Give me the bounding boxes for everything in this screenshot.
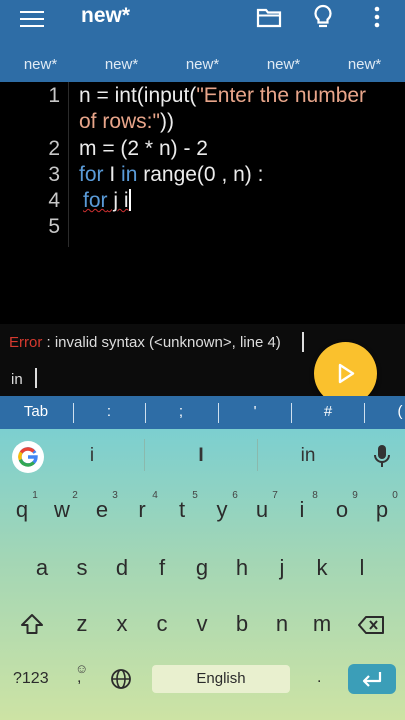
separator bbox=[364, 403, 365, 423]
more-vert-icon[interactable] bbox=[363, 3, 391, 31]
key-s[interactable]: s bbox=[62, 555, 102, 581]
key-p[interactable]: p bbox=[362, 497, 402, 523]
tab-bar: new* new* new* new* new* bbox=[0, 46, 405, 82]
gutter-divider bbox=[68, 82, 69, 247]
key-w[interactable]: w bbox=[42, 497, 82, 523]
globe-icon[interactable] bbox=[110, 668, 132, 690]
key-r[interactable]: r bbox=[122, 497, 162, 523]
symbol-key-paren[interactable]: ( bbox=[380, 403, 405, 420]
key-e[interactable]: e bbox=[82, 497, 122, 523]
text-cursor bbox=[128, 189, 131, 211]
key-y[interactable]: y bbox=[202, 497, 242, 523]
folder-icon[interactable] bbox=[255, 3, 283, 31]
google-icon[interactable] bbox=[12, 441, 44, 473]
key-l[interactable]: l bbox=[342, 555, 382, 581]
lightbulb-icon[interactable] bbox=[309, 3, 337, 31]
tab-4[interactable]: new* bbox=[243, 56, 324, 73]
microphone-icon[interactable] bbox=[372, 444, 392, 470]
tab-2[interactable]: new* bbox=[81, 56, 162, 73]
tab-1[interactable]: new* bbox=[0, 56, 81, 73]
key-c[interactable]: c bbox=[142, 611, 182, 637]
separator bbox=[145, 403, 146, 423]
enter-key[interactable] bbox=[348, 664, 396, 694]
separator bbox=[291, 403, 292, 423]
key-a[interactable]: a bbox=[22, 555, 62, 581]
key-d[interactable]: d bbox=[102, 555, 142, 581]
tab-5[interactable]: new* bbox=[324, 56, 405, 73]
key-i[interactable]: i bbox=[282, 497, 322, 523]
code-line-4: for j i bbox=[83, 189, 131, 212]
key-comma[interactable]: , bbox=[77, 669, 81, 687]
line-number: 3 bbox=[48, 163, 60, 186]
key-f[interactable]: f bbox=[142, 555, 182, 581]
separator bbox=[218, 403, 219, 423]
line-number: 4 bbox=[48, 189, 60, 212]
console-input-text: in bbox=[11, 371, 23, 388]
app-bar: new* bbox=[0, 0, 405, 46]
soft-keyboard: i I in 1 2 3 4 5 6 7 8 9 0 q w e r t y u… bbox=[0, 429, 405, 720]
key-q[interactable]: q bbox=[2, 497, 42, 523]
shift-icon[interactable] bbox=[19, 612, 45, 636]
code-line-1-wrap: of rows:")) bbox=[79, 110, 174, 133]
key-x[interactable]: x bbox=[102, 611, 142, 637]
suggestion-3[interactable]: in bbox=[273, 445, 343, 467]
code-line-1: n = int(input("Enter the number bbox=[79, 84, 367, 107]
suggestion-2[interactable]: I bbox=[166, 445, 236, 467]
separator bbox=[73, 403, 74, 423]
suggestion-1[interactable]: i bbox=[57, 445, 127, 467]
line-number: 5 bbox=[48, 215, 60, 238]
key-h[interactable]: h bbox=[222, 555, 262, 581]
separator bbox=[144, 439, 145, 471]
code-line-3: for I in range(0 , n) : bbox=[79, 163, 264, 186]
line-number: 1 bbox=[48, 84, 60, 107]
symbols-key[interactable]: ?123 bbox=[13, 670, 49, 688]
app-title: new* bbox=[81, 4, 131, 27]
separator bbox=[257, 439, 258, 471]
enter-icon bbox=[362, 672, 382, 687]
key-g[interactable]: g bbox=[182, 555, 222, 581]
code-line-2: m = (2 * n) - 2 bbox=[79, 137, 208, 160]
key-m[interactable]: m bbox=[302, 611, 342, 637]
menu-icon[interactable] bbox=[20, 6, 44, 32]
key-o[interactable]: o bbox=[322, 497, 362, 523]
suggestion-bar: i I in bbox=[0, 429, 405, 481]
tab-3[interactable]: new* bbox=[162, 56, 243, 73]
key-t[interactable]: t bbox=[162, 497, 202, 523]
symbol-bar: Tab : ; ' # ( bbox=[0, 396, 405, 429]
code-editor[interactable]: 1 2 3 4 5 n = int(input("Enter the numbe… bbox=[0, 82, 405, 324]
key-period[interactable]: . bbox=[317, 669, 321, 687]
key-b[interactable]: b bbox=[222, 611, 262, 637]
key-z[interactable]: z bbox=[62, 611, 102, 637]
symbol-key-hash[interactable]: # bbox=[308, 403, 348, 420]
symbol-key-quote[interactable]: ' bbox=[235, 403, 275, 420]
backspace-icon[interactable] bbox=[357, 615, 385, 635]
key-u[interactable]: u bbox=[242, 497, 282, 523]
key-v[interactable]: v bbox=[182, 611, 222, 637]
symbol-key-tab[interactable]: Tab bbox=[16, 403, 56, 420]
console-cursor bbox=[302, 332, 304, 352]
console-input-cursor bbox=[35, 368, 37, 388]
symbol-key-semicolon[interactable]: ; bbox=[161, 403, 201, 420]
space-bar[interactable]: English bbox=[152, 665, 290, 693]
error-message: Error : invalid syntax (<unknown>, line … bbox=[9, 334, 281, 351]
key-n[interactable]: n bbox=[262, 611, 302, 637]
line-number: 2 bbox=[48, 137, 60, 160]
key-j[interactable]: j bbox=[262, 555, 302, 581]
symbol-key-colon[interactable]: : bbox=[89, 403, 129, 420]
key-k[interactable]: k bbox=[302, 555, 342, 581]
